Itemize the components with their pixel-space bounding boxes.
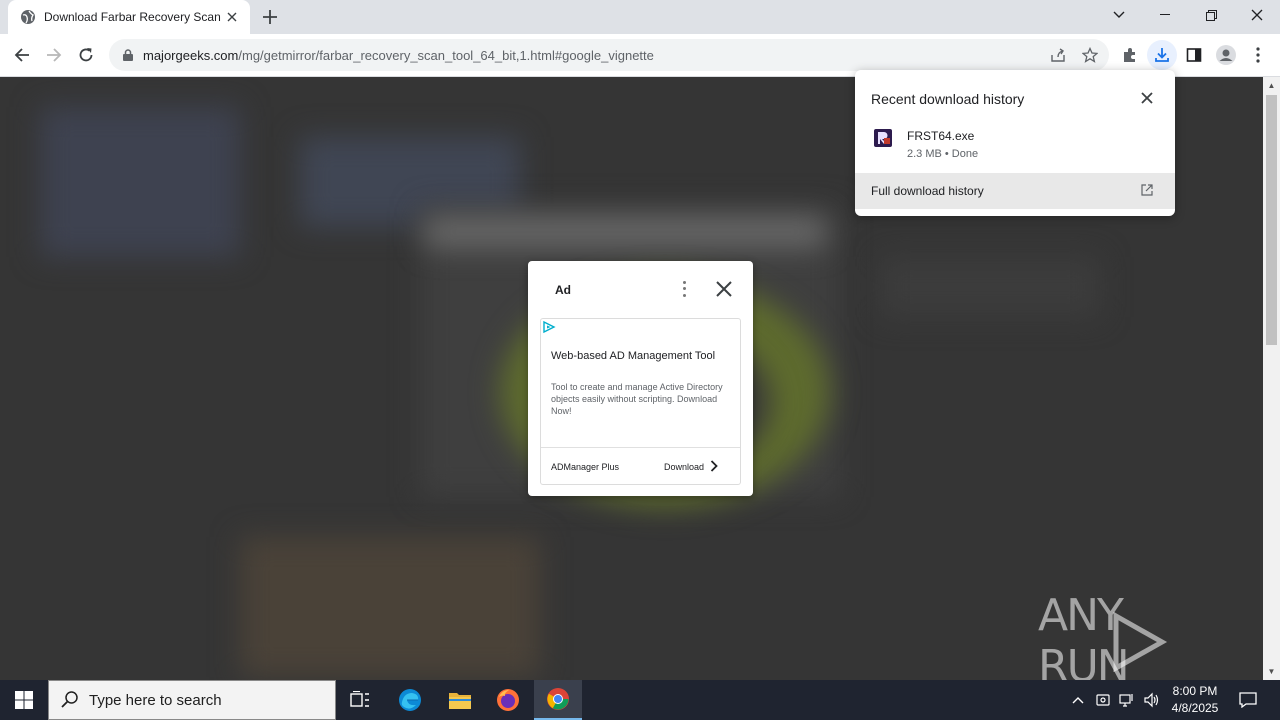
play-triangle-icon xyxy=(1113,612,1168,672)
new-tab-button[interactable] xyxy=(258,5,282,29)
ad-body-text: Tool to create and manage Active Directo… xyxy=(551,382,723,416)
anyrun-watermark: ANY RUN xyxy=(1038,590,1238,692)
forward-button[interactable] xyxy=(39,40,69,70)
close-window-button[interactable] xyxy=(1234,0,1280,30)
taskbar-search-box[interactable]: Type here to search xyxy=(48,680,336,720)
ad-close-icon[interactable] xyxy=(714,279,734,299)
profile-avatar-icon[interactable] xyxy=(1211,40,1241,70)
back-button[interactable] xyxy=(7,40,37,70)
downloads-icon[interactable] xyxy=(1147,40,1177,70)
search-icon xyxy=(61,690,79,711)
clock-time: 8:00 PM xyxy=(1172,684,1218,698)
scrollbar-thumb[interactable] xyxy=(1266,95,1277,345)
ad-download-button[interactable]: Download xyxy=(664,458,718,476)
page-scrollbar[interactable]: ▲ ▼ xyxy=(1263,77,1280,680)
extensions-puzzle-icon[interactable] xyxy=(1115,40,1145,70)
ad-options-icon[interactable] xyxy=(676,279,692,299)
show-hidden-icons-chevron-icon[interactable] xyxy=(1068,680,1088,720)
scroll-down-arrow-icon[interactable]: ▼ xyxy=(1267,667,1276,676)
file-explorer-icon[interactable] xyxy=(436,680,484,720)
ad-dialog: Ad Web-based AD Management Tool Tool to … xyxy=(528,261,753,496)
minimize-button[interactable] xyxy=(1142,0,1188,30)
download-bubble-title: Recent download history xyxy=(871,91,1025,107)
ad-headline[interactable]: Web-based AD Management Tool xyxy=(551,350,715,362)
download-bubble-close-icon[interactable] xyxy=(1139,90,1155,106)
blurred-lower-block xyxy=(240,537,540,677)
full-download-history-link[interactable]: Full download history xyxy=(855,173,1175,209)
ad-divider xyxy=(541,447,740,448)
windows-start-button[interactable] xyxy=(0,680,48,720)
blurred-side-block xyxy=(880,257,1100,317)
url-path: /mg/getmirror/farbar_recovery_scan_tool_… xyxy=(238,47,654,63)
clock-date: 4/8/2025 xyxy=(1171,701,1219,715)
tab-title: Download Farbar Recovery Scan xyxy=(44,10,221,24)
blurred-window-titlebar xyxy=(425,217,825,247)
download-file-name[interactable]: FRST64.exe xyxy=(907,129,974,143)
edge-browser-icon[interactable] xyxy=(386,680,434,720)
ad-cta-label: Download xyxy=(664,462,705,472)
notification-center-icon[interactable] xyxy=(1234,680,1262,720)
bookmark-star-icon[interactable] xyxy=(1075,40,1105,70)
ad-card[interactable]: Web-based AD Management Tool Tool to cre… xyxy=(540,318,741,485)
taskbar-clock[interactable]: 8:00 PM 4/8/2025 xyxy=(1160,683,1230,717)
chrome-taskbar-icon[interactable] xyxy=(534,680,582,720)
ad-label: Ad xyxy=(555,283,571,297)
download-file-meta: 2.3 MB • Done xyxy=(907,148,979,160)
blurred-logo-area xyxy=(40,107,240,257)
ad-advertiser[interactable]: ADManager Plus xyxy=(551,462,619,472)
tab-search-icon[interactable] xyxy=(1096,0,1142,30)
side-panel-icon[interactable] xyxy=(1179,40,1209,70)
lock-icon[interactable] xyxy=(121,48,135,62)
address-bar[interactable]: majorgeeks.com/mg/getmirror/farbar_recov… xyxy=(109,39,1109,71)
download-bubble: Recent download history FRST64.exe 2.3 M… xyxy=(855,70,1175,216)
browser-tab[interactable]: Download Farbar Recovery Scan xyxy=(8,0,250,34)
tab-close-icon[interactable] xyxy=(224,9,240,25)
share-icon[interactable] xyxy=(1043,40,1073,70)
frst-file-icon xyxy=(873,128,893,148)
windows-taskbar: Type here to search 8:00 PM 4/8/2025 xyxy=(0,680,1280,720)
url-host: majorgeeks.com xyxy=(143,47,239,63)
restore-button[interactable] xyxy=(1188,0,1234,30)
adchoices-icon[interactable] xyxy=(541,319,557,335)
menu-kebab-icon[interactable] xyxy=(1243,40,1273,70)
open-external-icon xyxy=(1141,184,1155,198)
volume-icon[interactable] xyxy=(1140,680,1162,720)
full-download-history-label: Full download history xyxy=(871,184,984,198)
scroll-up-arrow-icon[interactable]: ▲ xyxy=(1267,81,1276,90)
network-icon[interactable] xyxy=(1116,680,1138,720)
taskbar-search-placeholder: Type here to search xyxy=(89,691,222,709)
globe-icon xyxy=(20,9,36,25)
tab-strip: Download Farbar Recovery Scan xyxy=(0,0,1280,34)
firefox-icon[interactable] xyxy=(484,680,532,720)
url-text: majorgeeks.com/mg/getmirror/farbar_recov… xyxy=(143,48,654,63)
reload-button[interactable] xyxy=(71,40,101,70)
meet-now-icon[interactable] xyxy=(1092,680,1114,720)
chevron-right-icon xyxy=(710,459,718,475)
task-view-button[interactable] xyxy=(336,680,384,720)
